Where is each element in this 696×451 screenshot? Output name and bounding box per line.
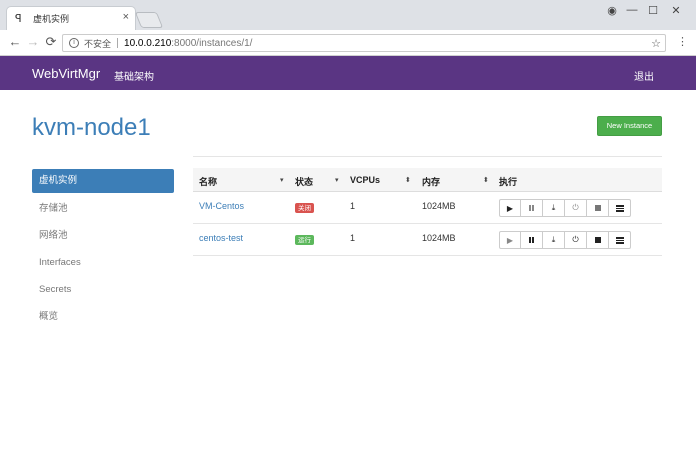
start-button[interactable]: ▶: [499, 199, 521, 217]
instance-name-link[interactable]: centos-test: [199, 233, 243, 243]
brand-link[interactable]: WebVirtMgr: [32, 66, 100, 81]
stop-button[interactable]: [587, 199, 609, 217]
download-icon: ⤓: [551, 235, 556, 244]
browser-toolbar: ← → ⟳ i 不安全 10.0.0.210:8000/instances/1/…: [0, 30, 696, 56]
sidebar-item-interfaces[interactable]: Interfaces: [32, 249, 174, 276]
url-host: 10.0.0.210: [124, 37, 172, 49]
stop-icon: [594, 205, 601, 211]
browser-tab[interactable]: ꟼ 虚机实例 ×: [6, 6, 136, 30]
column-header-status[interactable]: 状态: [295, 175, 313, 188]
sort-down-icon[interactable]: ▾: [335, 176, 339, 184]
menu-icon: [615, 236, 624, 244]
divider: [193, 156, 662, 157]
stop-button[interactable]: [587, 231, 609, 249]
close-window-icon[interactable]: ✕: [668, 4, 684, 17]
start-button[interactable]: ▶: [499, 231, 521, 249]
address-separator: [117, 38, 119, 48]
stop-icon: [594, 237, 601, 243]
sidebar-item-storage[interactable]: 存储池: [32, 195, 174, 222]
instances-table: 名称 ▾ 状态 ▾ VCPUs ⬍ 内存 ⬍ 执行 VM-Centos 关闭 1…: [193, 168, 662, 256]
sidebar-item-overview[interactable]: 概览: [32, 303, 174, 330]
table-row: VM-Centos 关闭 1 1024MB ▶ ⤓ ⏻: [193, 192, 662, 224]
app-navbar: WebVirtMgr 基础架构 退出: [0, 56, 696, 90]
download-button[interactable]: ⤓: [543, 199, 565, 217]
download-icon: ⤓: [551, 203, 556, 212]
play-icon: ▶: [506, 235, 514, 245]
url-path: :8000/instances/1/: [171, 37, 253, 49]
minimize-icon[interactable]: —: [624, 4, 640, 16]
browser-menu-icon[interactable]: ⋮: [677, 36, 688, 48]
menu-button[interactable]: [609, 231, 631, 249]
new-instance-button[interactable]: New Instance: [597, 116, 662, 136]
menu-icon: [615, 204, 624, 212]
power-icon: ⏻: [572, 235, 579, 244]
browser-tabstrip: ꟼ 虚机实例 × ◉ — ☐ ✕: [0, 0, 696, 30]
column-header-name[interactable]: 名称: [199, 175, 217, 188]
column-header-memory[interactable]: 内存: [422, 175, 440, 188]
logout-link[interactable]: 退出: [634, 68, 654, 83]
memory-value: 1024MB: [422, 233, 456, 243]
vcpus-value: 1: [350, 201, 356, 211]
forward-icon[interactable]: →: [26, 35, 40, 49]
reload-icon[interactable]: ⟳: [44, 35, 58, 49]
insecure-label: 不安全: [84, 39, 112, 50]
sidebar-item-instances[interactable]: 虚机实例: [32, 169, 174, 193]
power-button[interactable]: ⏻: [565, 231, 587, 249]
table-row: centos-test 运行 1 1024MB ▶ ⤓ ⏻: [193, 224, 662, 256]
pause-button[interactable]: [521, 231, 543, 249]
new-tab-button[interactable]: [134, 12, 164, 28]
favicon-icon: ꟼ: [15, 13, 22, 25]
action-button-group: ▶ ⤓ ⏻: [499, 231, 631, 249]
pause-button[interactable]: [521, 199, 543, 217]
status-badge: 运行: [295, 235, 314, 245]
download-button[interactable]: ⤓: [543, 231, 565, 249]
bookmark-star-icon[interactable]: ☆: [651, 37, 661, 50]
table-header: 名称 ▾ 状态 ▾ VCPUs ⬍ 内存 ⬍ 执行: [193, 168, 662, 192]
address-bar[interactable]: i 不安全 10.0.0.210:8000/instances/1/ ☆: [62, 34, 666, 52]
action-button-group: ▶ ⤓ ⏻: [499, 199, 631, 217]
vcpus-value: 1: [350, 233, 356, 243]
info-icon[interactable]: i: [69, 38, 79, 48]
sidebar: 虚机实例 存储池 网络池 Interfaces Secrets 概览: [32, 169, 174, 330]
tab-title: 虚机实例: [33, 15, 70, 25]
power-icon: ⏻: [572, 203, 579, 212]
sidebar-item-networks[interactable]: 网络池: [32, 222, 174, 249]
menu-button[interactable]: [609, 199, 631, 217]
status-badge: 关闭: [295, 203, 314, 213]
column-header-vcpus[interactable]: VCPUs: [350, 175, 380, 185]
pause-icon: [529, 205, 534, 211]
back-icon[interactable]: ←: [8, 35, 22, 49]
instance-name-link[interactable]: VM-Centos: [199, 201, 244, 211]
maximize-icon[interactable]: ☐: [645, 4, 661, 17]
sort-both-icon[interactable]: ⬍: [483, 176, 489, 184]
play-icon: ▶: [506, 203, 514, 213]
sidebar-item-secrets[interactable]: Secrets: [32, 276, 174, 303]
account-icon[interactable]: ◉: [604, 4, 620, 17]
sort-down-icon[interactable]: ▾: [280, 176, 284, 184]
nav-infrastructure[interactable]: 基础架构: [114, 68, 154, 83]
sort-both-icon[interactable]: ⬍: [405, 176, 411, 184]
page-title: kvm-node1: [32, 114, 151, 141]
pause-icon: [529, 237, 534, 243]
column-header-actions: 执行: [499, 178, 518, 188]
tab-close-icon[interactable]: ×: [123, 11, 129, 23]
memory-value: 1024MB: [422, 201, 456, 211]
power-button[interactable]: ⏻: [565, 199, 587, 217]
